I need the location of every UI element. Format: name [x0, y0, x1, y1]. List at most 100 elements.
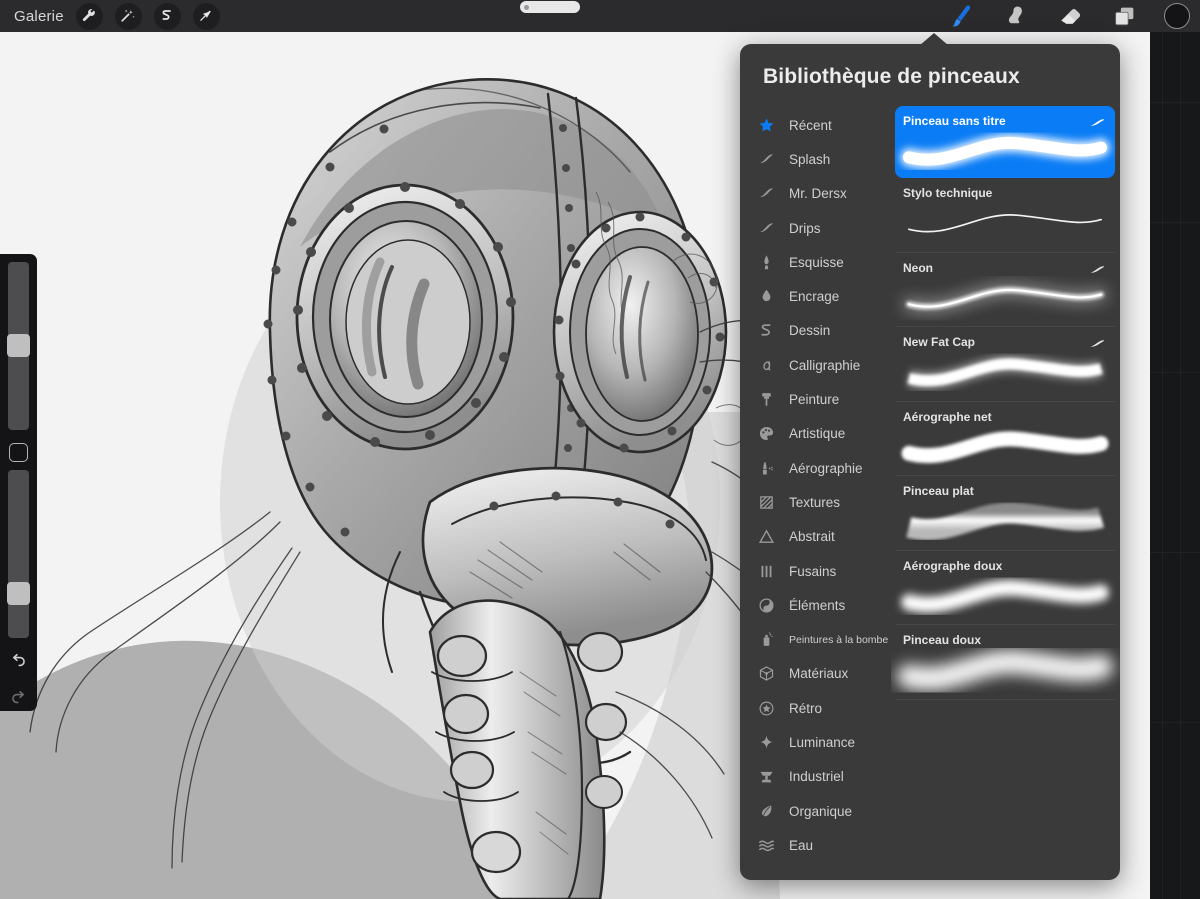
star-icon — [755, 117, 777, 134]
brush-item-selected[interactable]: Pinceau sans titre — [895, 106, 1115, 178]
brush-opacity-handle[interactable] — [7, 581, 30, 605]
brush-category-label: Éléments — [789, 597, 846, 613]
brush-category-item[interactable]: Industriel — [740, 760, 891, 794]
brush-category-item[interactable]: Eau — [740, 828, 891, 862]
brush-name: Neon — [903, 260, 933, 275]
brush-opacity-slider[interactable] — [7, 469, 30, 639]
brush-name: Aérographe net — [903, 409, 992, 424]
color-swatch[interactable] — [1164, 3, 1190, 29]
pencil-tip-icon — [755, 254, 777, 271]
brush-category-label: Abstrait — [789, 529, 835, 545]
top-toolbar: Galerie — [0, 0, 1200, 32]
brush-category-label: Aérographie — [789, 460, 863, 476]
brush-category-item[interactable]: Peinture — [740, 382, 891, 416]
eraser-icon[interactable] — [1056, 2, 1084, 30]
brush-name: Pinceau doux — [903, 633, 982, 647]
brush-category-item[interactable]: Splash — [740, 142, 891, 176]
brush-category-item[interactable]: Éléments — [740, 588, 891, 622]
brush-item[interactable]: Aérographe net — [895, 402, 1115, 476]
brush-item[interactable]: Pinceau doux — [895, 625, 1115, 700]
canvas-outside-area — [1150, 32, 1200, 899]
redo-button[interactable] — [6, 686, 32, 711]
brush-category-label: Dessin — [789, 323, 831, 339]
brush-category-item[interactable]: Artistique — [740, 417, 891, 451]
brush-stroke-preview — [901, 351, 1109, 395]
cube-icon — [755, 665, 777, 682]
magic-wand-icon[interactable] — [114, 2, 142, 30]
brush-category-item[interactable]: Esquisse — [740, 245, 891, 279]
brush-category-list[interactable]: Récent Splash Mr. Dersx Drips Esquisse Encrag… — [740, 104, 891, 880]
brush-category-label: Eau — [789, 837, 814, 853]
gallery-button[interactable]: Galerie — [14, 8, 64, 25]
bars-icon — [755, 563, 777, 580]
brush-category-item[interactable]: Matériaux — [740, 657, 891, 691]
brush-category-item[interactable]: Récent — [740, 108, 891, 142]
waves-icon — [755, 837, 777, 854]
letter-a-icon — [755, 357, 777, 374]
brush-item[interactable]: Stylo technique — [895, 178, 1115, 253]
brush-category-label: Industriel — [789, 769, 844, 785]
status-indicator-pill — [520, 1, 580, 13]
brush-category-label: Rétro — [789, 700, 823, 716]
yin-yang-icon — [755, 597, 777, 614]
brush-category-label: Organique — [789, 803, 853, 819]
brush-size-handle[interactable] — [7, 334, 30, 357]
selection-icon[interactable] — [153, 2, 181, 30]
brush-item[interactable]: New Fat Cap — [895, 327, 1115, 402]
brush-category-item[interactable]: Encrage — [740, 279, 891, 313]
brush-stroke-preview — [897, 649, 1113, 693]
stroke-icon — [755, 151, 777, 168]
leaf-icon — [755, 803, 777, 820]
brush-category-label: Peinture — [789, 392, 840, 408]
brush-category-label: Récent — [789, 117, 832, 133]
brush-category-label: Peintures à la bombe — [789, 633, 889, 646]
layers-icon[interactable] — [1110, 2, 1138, 30]
brush-stroke-preview — [901, 575, 1109, 619]
wrench-icon[interactable] — [75, 2, 103, 30]
brush-name: New Fat Cap — [903, 335, 976, 349]
brush-category-label: Artistique — [789, 426, 846, 442]
brush-category-label: Encrage — [789, 289, 840, 305]
brush-item[interactable]: Aérographe doux — [895, 551, 1115, 625]
brush-category-item[interactable]: Dessin — [740, 314, 891, 348]
brush-edited-indicator-icon — [1089, 336, 1105, 347]
brush-category-item[interactable]: Abstrait — [740, 520, 891, 554]
star-circle-icon — [755, 700, 777, 717]
brush-category-item[interactable]: Peintures à la bombe — [740, 622, 891, 656]
sparkle-icon — [755, 734, 777, 751]
brush-category-item[interactable]: Luminance — [740, 725, 891, 759]
side-tool-rail — [0, 254, 37, 711]
transform-arrow-icon[interactable] — [192, 2, 220, 30]
spray-can-icon — [755, 631, 777, 648]
paintbrush-icon[interactable] — [948, 2, 976, 30]
smudge-icon[interactable] — [1002, 2, 1030, 30]
brush-item[interactable]: Neon — [895, 253, 1115, 327]
brush-category-item[interactable]: Organique — [740, 794, 891, 828]
airbrush-icon — [755, 460, 777, 477]
brush-item[interactable]: Pinceau plat — [895, 476, 1115, 551]
top-toolbar-left: Galerie — [0, 2, 220, 30]
panel-title: Bibliothèque de pinceaux — [763, 65, 1020, 88]
stroke-icon — [755, 185, 777, 202]
undo-button[interactable] — [6, 649, 32, 674]
brush-category-label: Mr. Dersx — [789, 186, 847, 202]
modify-button[interactable] — [9, 443, 28, 462]
brush-category-item[interactable]: Drips — [740, 211, 891, 245]
brush-edited-indicator-icon — [1089, 262, 1105, 273]
brush-name: Pinceau sans titre — [903, 114, 1006, 128]
brush-category-item[interactable]: Fusains — [740, 554, 891, 588]
brush-category-item[interactable]: Mr. Dersx — [740, 177, 891, 211]
brush-size-slider[interactable] — [7, 262, 30, 431]
brush-name: Pinceau plat — [903, 484, 974, 498]
brush-category-label: Splash — [789, 151, 831, 167]
brush-category-item[interactable]: Textures — [740, 485, 891, 519]
brush-category-item[interactable]: Aérographie — [740, 451, 891, 485]
brush-category-item[interactable]: Calligraphie — [740, 348, 891, 382]
brush-name: Stylo technique — [903, 186, 993, 200]
brush-list[interactable]: Pinceau sans titre Stylo technique Neon New… — [891, 104, 1120, 880]
brush-stroke-preview — [901, 500, 1109, 544]
brush-category-item[interactable]: Rétro — [740, 691, 891, 725]
brush-name: Aérographe doux — [903, 558, 1003, 573]
brush-stroke-preview — [900, 130, 1110, 174]
brush-category-label: Luminance — [789, 734, 856, 750]
